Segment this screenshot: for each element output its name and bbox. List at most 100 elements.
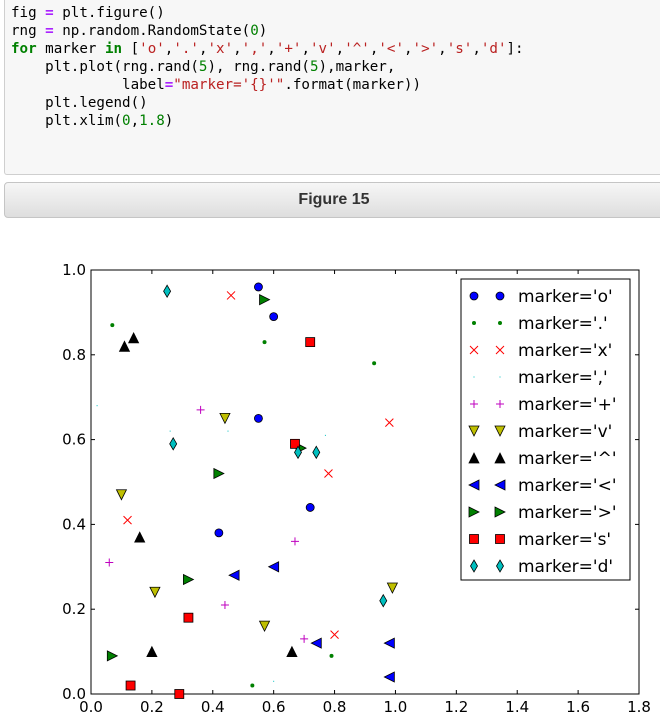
code-token: '^' bbox=[344, 41, 370, 57]
legend-marker bbox=[499, 376, 501, 378]
legend-marker bbox=[498, 321, 502, 325]
data-point bbox=[305, 337, 316, 347]
code-token: , bbox=[198, 41, 208, 57]
code-token: , bbox=[472, 41, 481, 57]
figure-title-bar: Figure 15 bbox=[4, 182, 660, 218]
code-token: 'd' bbox=[480, 41, 507, 57]
code-token: for bbox=[11, 41, 37, 57]
code-token: 1.8 bbox=[139, 113, 165, 129]
data-point bbox=[269, 312, 279, 322]
code-token: '>' bbox=[412, 41, 439, 57]
code-token: 0 bbox=[250, 23, 259, 39]
data-point bbox=[305, 503, 315, 512]
legend-label: marker='s' bbox=[518, 530, 611, 550]
legend-label: marker='.' bbox=[518, 314, 608, 334]
y-tick-label: 0.2 bbox=[62, 600, 86, 618]
code-token: ) bbox=[258, 23, 268, 39]
legend-marker bbox=[472, 321, 476, 325]
code-token: fig bbox=[11, 5, 46, 21]
data-point bbox=[96, 405, 98, 407]
legend-marker bbox=[495, 291, 505, 301]
code-token: 's' bbox=[446, 41, 473, 57]
code-line: fig = plt.figure() bbox=[11, 5, 165, 21]
data-point bbox=[125, 680, 136, 691]
code-token: ), rng.rand( bbox=[207, 59, 310, 75]
data-point bbox=[250, 683, 255, 688]
code-token: , bbox=[267, 41, 276, 57]
code-token: = bbox=[45, 5, 54, 21]
code-token: 5 bbox=[309, 59, 319, 75]
data-point bbox=[254, 413, 263, 423]
code-token: '.' bbox=[173, 41, 199, 57]
x-tick-label: 1.6 bbox=[566, 698, 590, 716]
data-point bbox=[273, 680, 275, 682]
code-token: plt.figure() bbox=[53, 5, 165, 21]
x-tick-label: 1.4 bbox=[505, 698, 529, 716]
code-token: ) bbox=[164, 113, 174, 129]
code-token: rng bbox=[11, 23, 46, 39]
legend-label: marker='>' bbox=[518, 503, 617, 523]
code-token: 'x' bbox=[207, 41, 234, 57]
legend-label: marker=',' bbox=[518, 368, 608, 388]
x-tick-label: 0.8 bbox=[323, 698, 347, 716]
data-point bbox=[372, 361, 377, 366]
x-tick-label: 0.4 bbox=[201, 698, 225, 716]
data-point bbox=[329, 653, 334, 658]
code-token: '+' bbox=[275, 41, 302, 57]
code-token: , bbox=[438, 41, 447, 57]
data-point bbox=[214, 528, 224, 538]
code-token: plt.legend() bbox=[11, 95, 148, 111]
legend-label: marker='<' bbox=[518, 476, 617, 496]
code-line: label="marker='{}'".format(marker)) bbox=[11, 77, 421, 93]
legend-label: marker='x' bbox=[518, 341, 612, 361]
x-tick-label: 0.2 bbox=[140, 698, 164, 716]
code-token: plt.xlim( bbox=[11, 113, 123, 129]
code-token: , bbox=[130, 113, 140, 129]
data-point bbox=[227, 430, 229, 432]
legend-marker bbox=[473, 376, 475, 378]
code-token: , bbox=[403, 41, 413, 57]
code-line: rng = np.random.RandomState(0) bbox=[11, 23, 267, 39]
code-token: = bbox=[164, 77, 174, 93]
code-token: 'o' bbox=[139, 41, 165, 57]
code-line: plt.plot(rng.rand(5), rng.rand(5),marker… bbox=[11, 59, 395, 75]
figure-title: Figure 15 bbox=[298, 191, 370, 208]
code-token: plt.plot(rng.rand( bbox=[11, 59, 199, 75]
y-tick-label: 0.4 bbox=[62, 515, 86, 533]
y-tick-label: 0.6 bbox=[62, 431, 86, 449]
x-tick-label: 0.6 bbox=[262, 698, 286, 716]
data-point bbox=[169, 430, 171, 432]
code-line: plt.legend() bbox=[11, 95, 148, 111]
code-token: "marker='{}'" bbox=[173, 77, 285, 93]
code-token: ]: bbox=[506, 41, 524, 57]
code-token: , bbox=[233, 41, 242, 57]
legend-label: marker='v' bbox=[518, 422, 612, 442]
legend-marker bbox=[469, 291, 479, 301]
code-token: ),marker, bbox=[318, 59, 396, 75]
code-token: '<' bbox=[378, 41, 404, 57]
code-cell[interactable]: fig = plt.figure() rng = np.random.Rando… bbox=[4, 0, 660, 175]
x-tick-label: 1.2 bbox=[444, 698, 468, 716]
data-point bbox=[183, 612, 194, 623]
x-tick-label: 1.0 bbox=[384, 698, 408, 716]
code-token: [ bbox=[122, 41, 140, 57]
data-point bbox=[254, 282, 263, 292]
code-token: = bbox=[45, 23, 54, 39]
legend-marker bbox=[495, 534, 505, 544]
data-point bbox=[324, 434, 326, 436]
data-point bbox=[174, 689, 185, 699]
data-point bbox=[262, 340, 267, 345]
legend-label: marker='+' bbox=[518, 395, 617, 415]
code-editor[interactable]: fig = plt.figure() rng = np.random.Rando… bbox=[11, 4, 524, 130]
code-token: 0 bbox=[122, 113, 131, 129]
x-tick-label: 1.8 bbox=[627, 698, 651, 716]
code-token: , bbox=[301, 41, 311, 57]
code-line: for marker in ['o','.','x',',','+','v','… bbox=[11, 41, 524, 57]
y-tick-label: 0.8 bbox=[62, 346, 86, 364]
legend-label: marker='o' bbox=[518, 287, 613, 307]
legend-label: marker='^' bbox=[518, 449, 617, 469]
code-line: plt.xlim(0,1.8) bbox=[11, 113, 173, 129]
legend: marker='o' marker='.' marker='x' marker=','… bbox=[460, 278, 631, 581]
code-token: .format(marker)) bbox=[284, 77, 422, 93]
legend-marker bbox=[469, 534, 479, 544]
